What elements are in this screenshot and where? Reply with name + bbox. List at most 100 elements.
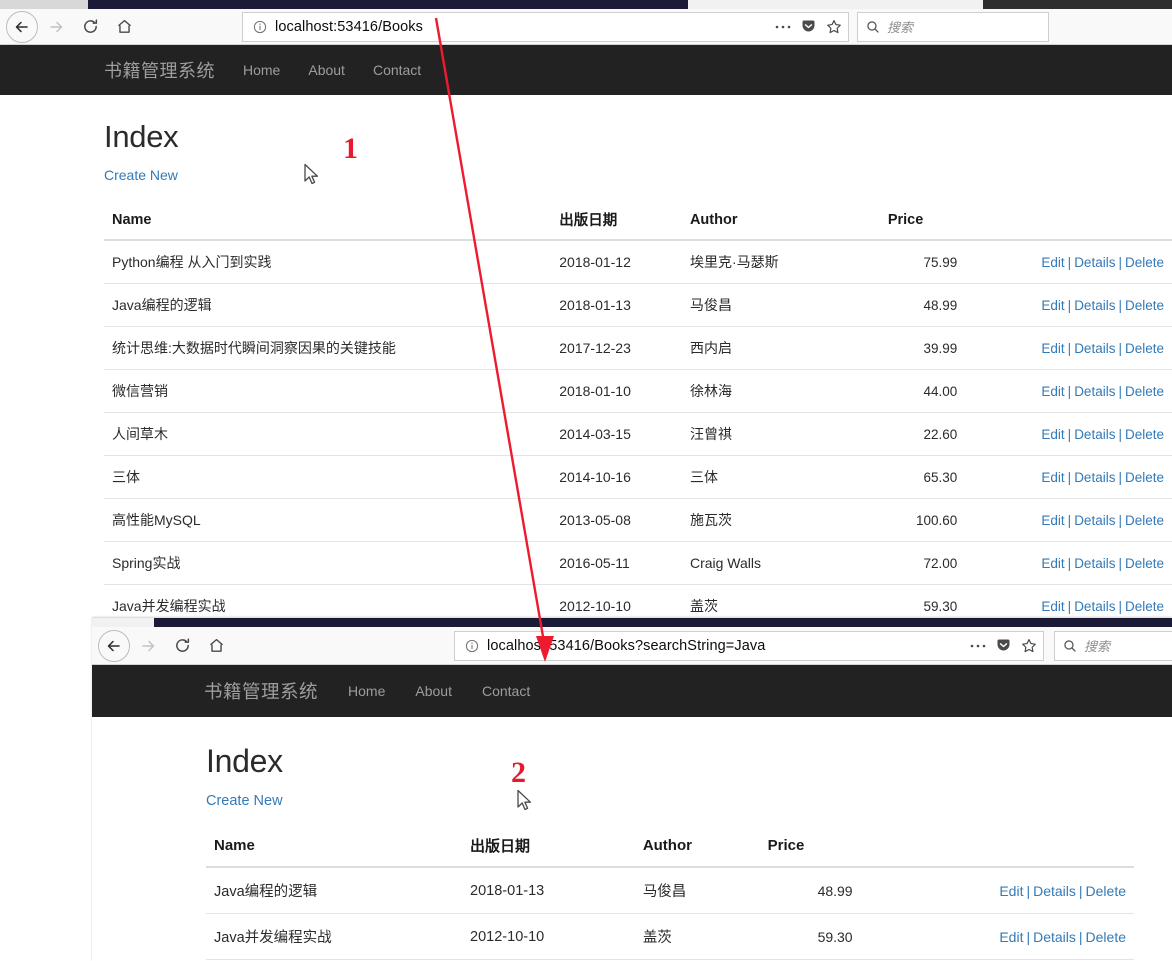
action-separator: |	[1067, 512, 1072, 528]
edit-link[interactable]: Edit	[999, 929, 1023, 945]
cell-author: 西内启	[681, 326, 880, 370]
delete-link[interactable]: Delete	[1125, 255, 1164, 270]
reload-icon[interactable]	[166, 630, 198, 662]
tab-strip-1[interactable]	[0, 0, 1172, 9]
edit-link[interactable]: Edit	[1041, 384, 1064, 399]
edit-link[interactable]: Edit	[1041, 341, 1064, 356]
details-link[interactable]: Details	[1074, 384, 1115, 399]
delete-link[interactable]: Delete	[1125, 427, 1164, 442]
cell-name: 统计思维:大数据时代瞬间洞察因果的关键技能	[104, 326, 552, 370]
home-icon[interactable]	[200, 630, 232, 662]
home-icon[interactable]	[108, 11, 140, 43]
address-bar-url-2[interactable]: localhost:53416/Books?searchString=Java	[481, 638, 962, 654]
bookmark-star-icon[interactable]	[826, 19, 842, 35]
tab-strip-2[interactable]	[92, 618, 1172, 627]
nav-link-home-2[interactable]: Home	[348, 683, 385, 699]
books-table-1: Name 出版日期 Author Price Python编程 从入门到实践 20…	[104, 203, 1172, 632]
details-link[interactable]: Details	[1033, 883, 1076, 899]
search-bar-1[interactable]: 搜索	[857, 11, 1049, 42]
nav-link-about-2[interactable]: About	[415, 683, 452, 699]
address-bar-2[interactable]: localhost:53416/Books?searchString=Java	[454, 630, 1044, 661]
cell-price: 59.30	[759, 913, 861, 960]
delete-link[interactable]: Delete	[1125, 470, 1164, 485]
details-link[interactable]: Details	[1074, 427, 1115, 442]
delete-link[interactable]: Delete	[1125, 556, 1164, 571]
edit-link[interactable]: Edit	[1041, 470, 1064, 485]
forward-icon[interactable]	[132, 630, 164, 662]
edit-link[interactable]: Edit	[999, 883, 1023, 899]
nav-link-contact-1[interactable]: Contact	[373, 62, 421, 78]
action-separator: |	[1067, 297, 1072, 313]
details-link[interactable]: Details	[1074, 470, 1115, 485]
delete-link[interactable]: Delete	[1125, 513, 1164, 528]
details-link[interactable]: Details	[1033, 929, 1076, 945]
action-separator: |	[1026, 882, 1031, 899]
tab-inactive-1[interactable]	[88, 0, 688, 9]
edit-link[interactable]: Edit	[1041, 427, 1064, 442]
create-new-link-2[interactable]: Create New	[206, 793, 283, 809]
site-nav-links-2: Home About Contact	[348, 683, 530, 699]
tab-inactive-2[interactable]	[154, 618, 1172, 627]
cell-date: 2014-10-16	[551, 455, 682, 499]
site-brand-1[interactable]: 书籍管理系统	[104, 57, 215, 83]
tab-active-1[interactable]	[688, 0, 983, 9]
bookmark-star-icon[interactable]	[1021, 638, 1037, 654]
details-link[interactable]: Details	[1074, 599, 1115, 614]
page-title-1: Index	[104, 119, 179, 154]
table-row: Java编程的逻辑 2018-01-13 马俊昌 48.99 Edit | Details |…	[104, 283, 1172, 327]
nav-link-contact-2[interactable]: Contact	[482, 683, 530, 699]
site-nav-links-1: Home About Contact	[243, 62, 421, 78]
search-bar-2[interactable]: 搜索	[1054, 630, 1172, 661]
back-icon[interactable]	[6, 10, 38, 43]
address-bar-url-1[interactable]: localhost:53416/Books	[269, 19, 767, 35]
cell-price: 48.99	[759, 866, 861, 914]
tab-overflow-1[interactable]	[983, 0, 1172, 9]
cell-date: 2012-10-10	[462, 913, 635, 960]
edit-link[interactable]: Edit	[1041, 513, 1064, 528]
cell-price: 65.30	[879, 455, 966, 499]
edit-link[interactable]: Edit	[1041, 255, 1064, 270]
cell-date: 2018-01-13	[462, 866, 635, 914]
nav-buttons-1	[0, 10, 140, 43]
col-header-date-2: 出版日期	[462, 829, 635, 868]
details-link[interactable]: Details	[1074, 556, 1115, 571]
page-actions-ellipsis-icon[interactable]	[775, 24, 791, 30]
delete-link[interactable]: Delete	[1125, 384, 1164, 399]
delete-link[interactable]: Delete	[1125, 341, 1164, 356]
search-input-2[interactable]: 搜索	[1077, 636, 1110, 655]
forward-icon[interactable]	[40, 11, 72, 43]
address-bar-1[interactable]: localhost:53416/Books	[242, 11, 849, 42]
col-header-date-1: 出版日期	[551, 203, 682, 241]
info-circle-icon[interactable]	[463, 637, 481, 655]
details-link[interactable]: Details	[1074, 341, 1115, 356]
create-new-link-1[interactable]: Create New	[104, 167, 178, 183]
delete-link[interactable]: Delete	[1086, 929, 1126, 945]
delete-link[interactable]: Delete	[1125, 599, 1164, 614]
details-link[interactable]: Details	[1074, 298, 1115, 313]
delete-link[interactable]: Delete	[1086, 883, 1126, 899]
col-header-author-1: Author	[681, 203, 880, 241]
nav-link-about-1[interactable]: About	[308, 62, 345, 78]
nav-link-home-1[interactable]: Home	[243, 62, 280, 78]
table-header-row-2: Name 出版日期 Author Price	[206, 829, 1134, 868]
tab-active-2[interactable]	[92, 618, 154, 627]
site-brand-2[interactable]: 书籍管理系统	[204, 678, 318, 704]
page-actions-ellipsis-icon[interactable]	[970, 643, 986, 649]
details-link[interactable]: Details	[1074, 513, 1115, 528]
info-circle-icon[interactable]	[251, 18, 269, 36]
address-bar-icons-1	[767, 19, 842, 35]
pocket-icon[interactable]	[996, 638, 1011, 653]
details-link[interactable]: Details	[1074, 255, 1115, 270]
pocket-icon[interactable]	[801, 19, 816, 34]
table-row: Python编程 从入门到实践 2018-01-12 埃里克·马瑟斯 75.99 Edi…	[104, 239, 1172, 284]
reload-icon[interactable]	[74, 11, 106, 43]
cell-date: 2014-03-15	[551, 412, 682, 456]
back-icon[interactable]	[98, 629, 130, 662]
edit-link[interactable]: Edit	[1041, 599, 1064, 614]
browser-toolbar-2: localhost:53416/Books?searchString=Java	[92, 627, 1172, 665]
search-input-1[interactable]: 搜索	[880, 17, 913, 36]
cell-author: 马俊昌	[681, 283, 880, 327]
edit-link[interactable]: Edit	[1041, 298, 1064, 313]
edit-link[interactable]: Edit	[1041, 556, 1064, 571]
delete-link[interactable]: Delete	[1125, 298, 1164, 313]
